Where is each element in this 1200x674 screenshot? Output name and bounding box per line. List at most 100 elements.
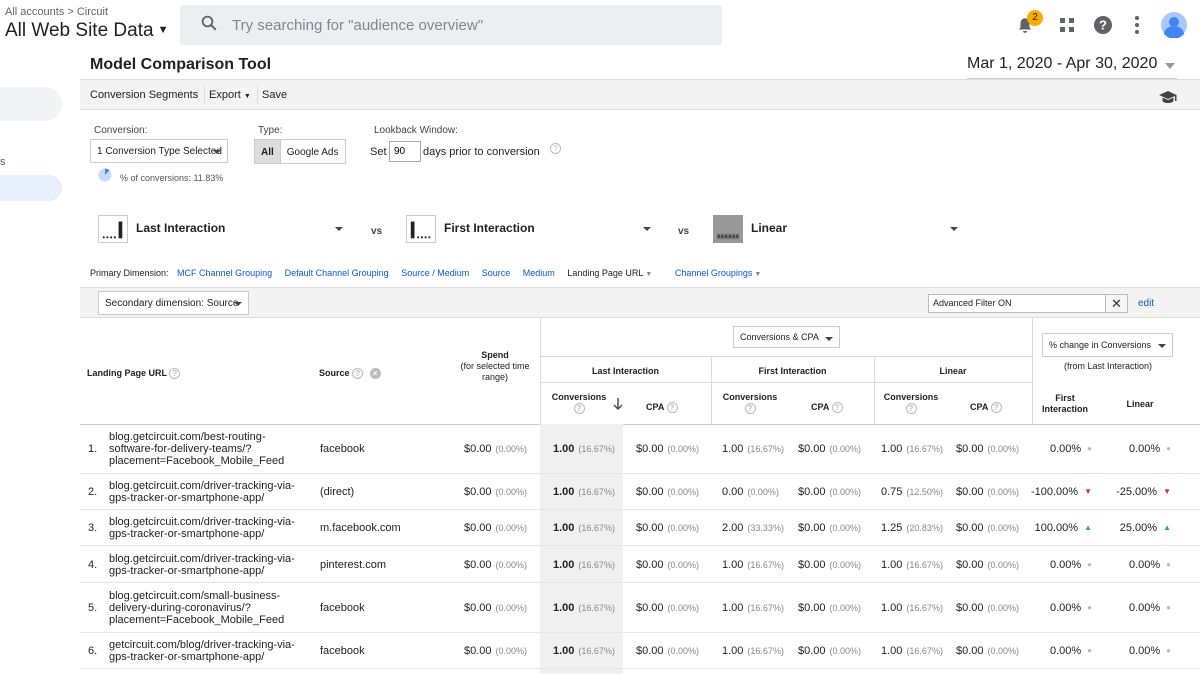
help-icon[interactable]: ?	[352, 368, 364, 380]
table-row[interactable]: 4. blog.getcircuit.com/driver-tracking-vi…	[80, 546, 1200, 583]
primary-dimension-bar: Primary Dimension: MCF Channel Grouping …	[90, 268, 771, 278]
property-name: All Web Site Data	[5, 20, 154, 41]
model-3-name: Linear	[751, 221, 788, 235]
export-label: Export	[209, 89, 241, 101]
header-cpa-1[interactable]: CPA ?	[646, 402, 678, 414]
landing-page-link[interactable]: blog.getcircuit.com/small-business-deliv…	[109, 590, 284, 626]
header-label: CPA	[646, 402, 664, 412]
conversion-segments-button[interactable]: Conversion Segments	[90, 89, 198, 101]
arrow-down-icon[interactable]	[613, 398, 623, 410]
landing-page-link[interactable]: blog.getcircuit.com/driver-tracking-via-…	[109, 516, 295, 540]
table-row[interactable]: 2. blog.getcircuit.com/driver-tracking-vi…	[80, 474, 1200, 510]
search-input[interactable]	[232, 14, 702, 36]
header-conversions-2[interactable]: Conversions?	[720, 392, 780, 415]
percent: (0.00%)	[495, 487, 528, 497]
export-button[interactable]: Export ▼	[209, 89, 251, 101]
dim-source[interactable]: Source	[482, 268, 511, 278]
close-icon[interactable]: ✕	[1106, 294, 1128, 313]
dim-medium[interactable]: Medium	[523, 268, 555, 278]
graduation-cap-icon[interactable]	[1159, 90, 1177, 104]
table-row[interactable]: 3. blog.getcircuit.com/driver-tracking-vi…	[80, 510, 1200, 546]
dim-default-channel-grouping[interactable]: Default Channel Grouping	[285, 268, 389, 278]
more-vert-icon[interactable]	[1133, 15, 1141, 35]
sidebar-item-active[interactable]	[0, 175, 62, 201]
help-icon[interactable]: ?	[169, 368, 181, 380]
main-content: Model Comparison Tool Mar 1, 2020 - Apr …	[80, 50, 1200, 674]
apps-grid-icon[interactable]	[1059, 17, 1075, 33]
source-cell: facebook	[320, 602, 365, 614]
model-selector-2[interactable]: First Interaction	[406, 213, 656, 245]
value: $0.00	[956, 443, 984, 455]
lookback-days-input[interactable]	[389, 141, 421, 162]
search-bar[interactable]	[180, 5, 722, 45]
property-selector[interactable]: All Web Site Data ▼	[5, 20, 168, 42]
date-range-picker[interactable]: Mar 1, 2020 - Apr 30, 2020	[967, 55, 1177, 79]
table-row[interactable]: 5. blog.getcircuit.com/small-business-del…	[80, 583, 1200, 633]
edit-filter-link[interactable]: edit	[1138, 298, 1154, 309]
landing-page-link[interactable]: getcircuit.com/blog/driver-tracking-via-…	[109, 639, 295, 663]
help-icon[interactable]: ?	[744, 403, 756, 415]
help-icon[interactable]: ?	[990, 402, 1002, 414]
header-source[interactable]: Source ? ×	[319, 368, 381, 380]
conversion-type-select[interactable]: 1 Conversion Type Selected	[90, 139, 228, 163]
neutral-dot-icon: ●	[1166, 646, 1171, 655]
divider	[257, 86, 258, 104]
header-cpa-3[interactable]: CPA ?	[970, 402, 1002, 414]
landing-page-link[interactable]: blog.getcircuit.com/driver-tracking-via-…	[109, 553, 295, 577]
c2-cell: 1.00 (16.67%)	[722, 443, 784, 455]
dim-channel-groupings[interactable]: Channel Groupings	[675, 268, 753, 278]
metric-select[interactable]: Conversions & CPA	[733, 326, 840, 348]
secondary-dimension-select[interactable]: Secondary dimension: Source	[98, 291, 249, 315]
type-google-ads-button[interactable]: Google Ads	[279, 140, 345, 163]
dim-landing-page-url[interactable]: Landing Page URL	[567, 268, 643, 278]
header-conversions-3[interactable]: Conversions?	[881, 392, 941, 415]
close-icon[interactable]: ×	[369, 368, 381, 380]
model-selector-1[interactable]: Last Interaction	[98, 213, 348, 245]
change-metric-select[interactable]: % change in Conversions	[1042, 333, 1173, 357]
help-icon[interactable]: ?	[831, 402, 843, 414]
table-row[interactable]: 1. blog.getcircuit.com/best-routing-softw…	[80, 424, 1200, 474]
cpa3-cell: $0.00 (0.00%)	[956, 443, 1019, 455]
model-selector-3[interactable]: Linear	[713, 213, 963, 245]
value: $0.00	[798, 602, 826, 614]
c3-cell: 1.00 (16.67%)	[881, 443, 943, 455]
help-icon[interactable]: ?	[550, 143, 561, 154]
sidebar-item-label[interactable]: s	[0, 156, 6, 168]
search-icon	[201, 15, 217, 31]
header-label: Spend	[481, 350, 509, 360]
neutral-dot-icon: ●	[1087, 444, 1092, 453]
sidebar-item[interactable]	[0, 87, 62, 121]
table-row[interactable]: 6. getcircuit.com/blog/driver-tracking-vi…	[80, 633, 1200, 669]
avatar-icon[interactable]	[1161, 12, 1187, 38]
row-index: 3.	[88, 522, 98, 534]
header-cpa-2[interactable]: CPA ?	[811, 402, 843, 414]
save-button[interactable]: Save	[262, 89, 287, 101]
chevron-down-icon	[213, 150, 221, 154]
value: 0.00	[722, 486, 744, 498]
help-icon[interactable]: ?	[1093, 15, 1113, 35]
help-icon[interactable]: ?	[573, 403, 585, 415]
type-all-button[interactable]: All	[255, 140, 280, 163]
dim-mcf-channel-grouping[interactable]: MCF Channel Grouping	[177, 268, 272, 278]
value: 100.00%	[1034, 522, 1079, 534]
landing-page-link[interactable]: blog.getcircuit.com/driver-tracking-via-…	[109, 480, 295, 504]
row-index: 6.	[88, 645, 98, 657]
value: $0.00	[464, 602, 492, 614]
lookback-set-label: Set	[370, 146, 387, 158]
help-icon[interactable]: ?	[905, 403, 917, 415]
vs-label: vs	[371, 226, 383, 237]
c2-cell: 0.00 (0.00%)	[722, 486, 779, 498]
header-spend[interactable]: Spend (for selected time range)	[450, 350, 540, 383]
cpa3-cell: $0.00 (0.00%)	[956, 522, 1019, 534]
change-linear-cell: 0.00% ●	[1129, 645, 1171, 657]
advanced-filter-field[interactable]: Advanced Filter ON	[928, 294, 1106, 313]
dim-source-medium[interactable]: Source / Medium	[401, 268, 469, 278]
breadcrumb[interactable]: All accounts > Circuit	[5, 6, 108, 18]
help-icon[interactable]: ?	[666, 402, 678, 414]
value: $0.00	[798, 522, 826, 534]
source-cell: (direct)	[320, 486, 355, 498]
value: $0.00	[798, 645, 826, 657]
header-landing-page-url[interactable]: Landing Page URL ?	[87, 368, 181, 380]
header-conversions-1[interactable]: Conversions?	[550, 392, 608, 415]
landing-page-link[interactable]: blog.getcircuit.com/best-routing-softwar…	[109, 431, 284, 467]
